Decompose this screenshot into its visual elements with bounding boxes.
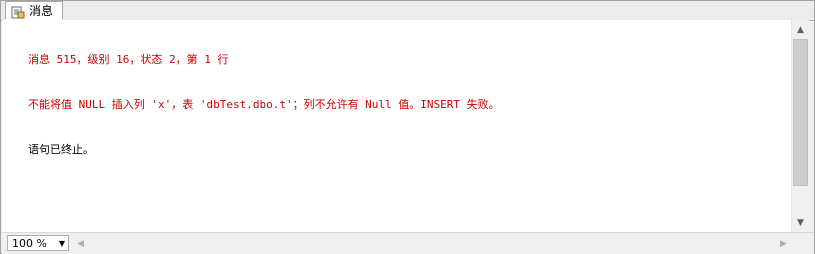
messages-area[interactable]: 消息 515，级别 16，状态 2，第 1 行 不能将值 NULL 插入列 'x… [2,20,791,232]
messages-icon [11,4,25,19]
message-line-error-header: 消息 515，级别 16，状态 2，第 1 行 [28,53,229,66]
horizontal-scrollbar[interactable]: ◀ ▶ [72,235,792,252]
scroll-right-icon[interactable]: ▶ [775,235,792,252]
message-list: 消息 515，级别 16，状态 2，第 1 行 不能将值 NULL 插入列 'x… [28,22,500,187]
size-grip [792,235,809,252]
scroll-down-icon[interactable]: ▼ [792,214,809,231]
tab-messages[interactable]: 消息 [5,1,63,20]
chevron-down-icon[interactable]: ▼ [56,239,68,248]
tab-messages-label: 消息 [29,4,54,18]
message-line-error-detail: 不能将值 NULL 插入列 'x'，表 'dbTest.dbo.t'；列不允许有… [28,98,500,111]
message-line-terminated: 语句已终止。 [28,143,94,156]
scroll-left-icon[interactable]: ◀ [72,235,89,252]
zoom-value: 100 % [12,236,47,250]
vertical-scroll-thumb[interactable] [793,39,808,186]
bottom-bar: 100 % ▼ ◀ ▶ [2,232,814,254]
zoom-dropdown[interactable]: 100 % ▼ [7,235,69,251]
results-pane: 消息 消息 515，级别 16，状态 2，第 1 行 不能将值 NULL 插入列… [0,0,815,254]
tab-strip: 消息 [1,1,814,21]
scroll-up-icon[interactable]: ▲ [792,21,809,38]
vertical-scrollbar[interactable]: ▲ ▼ [791,20,809,232]
